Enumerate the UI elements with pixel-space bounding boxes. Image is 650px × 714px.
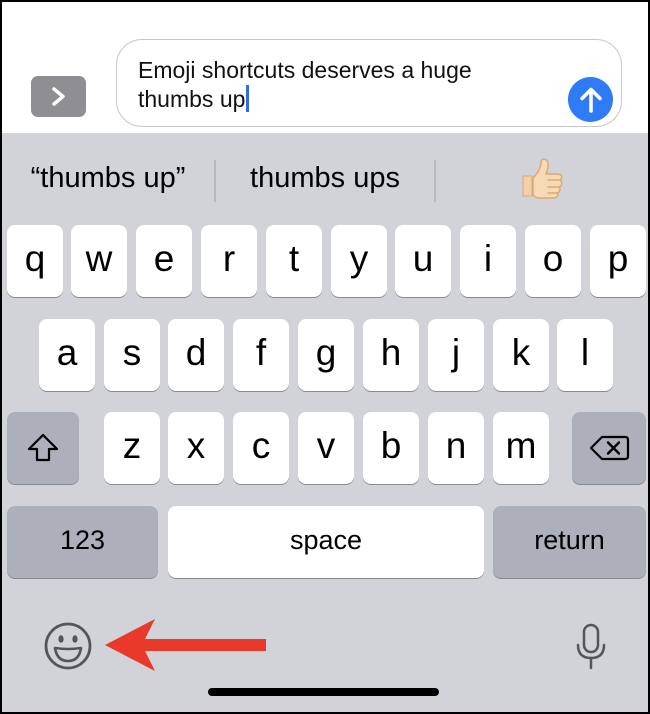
thumbs-up-emoji (522, 158, 563, 199)
backspace-icon (589, 435, 630, 461)
key-k[interactable]: k (493, 319, 549, 391)
key-u[interactable]: u (395, 225, 451, 297)
prediction-emoji[interactable] (436, 133, 648, 223)
key-t[interactable]: t (266, 225, 322, 297)
key-h[interactable]: h (363, 319, 419, 391)
key-v[interactable]: v (298, 412, 354, 484)
phone-screen: Emoji shortcuts deserves a huge thumbs u… (2, 2, 648, 712)
key-x[interactable]: x (168, 412, 224, 484)
key-s[interactable]: s (104, 319, 160, 391)
key-c[interactable]: c (233, 412, 289, 484)
smiley-icon (44, 622, 92, 670)
message-text: Emoji shortcuts deserves a huge thumbs u… (138, 57, 472, 112)
red-arrow-icon (105, 619, 266, 671)
text-caret (246, 85, 250, 112)
compose-bar: Emoji shortcuts deserves a huge thumbs u… (2, 2, 648, 133)
key-g[interactable]: g (298, 319, 354, 391)
send-button[interactable] (568, 77, 613, 122)
key-q[interactable]: q (7, 225, 63, 297)
key-m[interactable]: m (493, 412, 549, 484)
delete-key[interactable] (572, 412, 646, 484)
home-indicator[interactable] (208, 688, 439, 696)
message-input[interactable]: Emoji shortcuts deserves a huge thumbs u… (116, 39, 622, 127)
key-b[interactable]: b (363, 412, 419, 484)
space-key[interactable]: space (168, 506, 484, 578)
key-p[interactable]: p (590, 225, 646, 297)
expand-apps-button[interactable] (31, 76, 86, 117)
microphone-icon (576, 623, 606, 670)
key-j[interactable]: j (428, 319, 484, 391)
key-f[interactable]: f (233, 319, 289, 391)
key-a[interactable]: a (39, 319, 95, 391)
key-z[interactable]: z (104, 412, 160, 484)
return-key[interactable]: return (493, 506, 646, 578)
prediction-suggestion[interactable]: thumbs ups (216, 133, 434, 223)
dictation-button[interactable] (574, 623, 608, 671)
emoji-keyboard-button[interactable] (42, 620, 94, 672)
key-o[interactable]: o (525, 225, 581, 297)
key-y[interactable]: y (331, 225, 387, 297)
key-d[interactable]: d (168, 319, 224, 391)
key-r[interactable]: r (201, 225, 257, 297)
numbers-key[interactable]: 123 (7, 506, 158, 578)
key-e[interactable]: e (136, 225, 192, 297)
shift-key[interactable] (7, 412, 79, 484)
chevron-right-icon (52, 87, 65, 106)
arrow-up-icon (580, 87, 602, 113)
prediction-quoted[interactable]: “thumbs up” (2, 133, 214, 223)
shift-icon (27, 433, 59, 462)
key-n[interactable]: n (428, 412, 484, 484)
key-w[interactable]: w (71, 225, 127, 297)
key-l[interactable]: l (557, 319, 613, 391)
annotation-arrow (102, 617, 270, 673)
key-i[interactable]: i (460, 225, 516, 297)
predictive-text-bar: “thumbs up” thumbs ups (2, 133, 648, 223)
